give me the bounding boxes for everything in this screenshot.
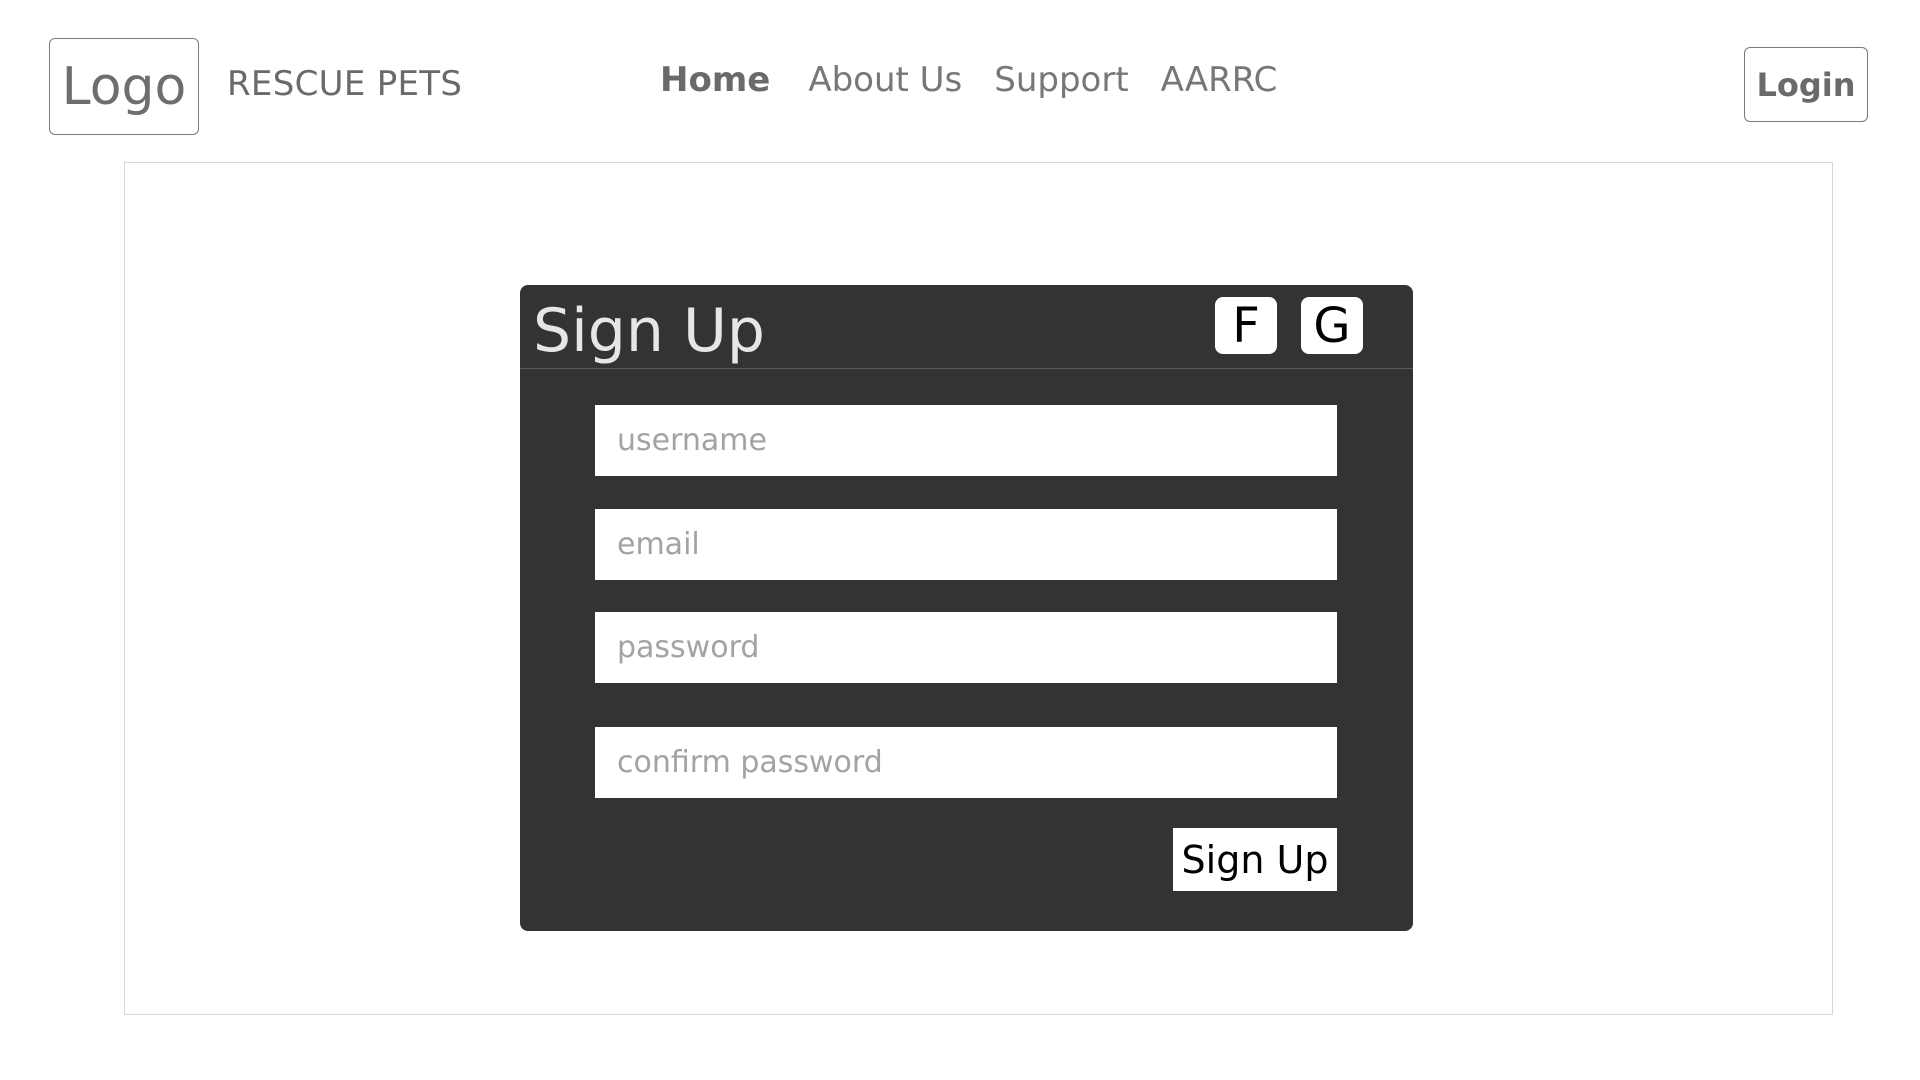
signup-card-header: Sign Up F G: [520, 285, 1413, 369]
confirm-password-input[interactable]: [595, 727, 1337, 798]
signup-card: Sign Up F G Sign Up: [520, 285, 1413, 931]
signup-submit-button[interactable]: Sign Up: [1173, 828, 1337, 891]
facebook-signup-button[interactable]: F: [1215, 297, 1277, 354]
password-input[interactable]: [595, 612, 1337, 683]
nav-item-aarrc[interactable]: AARRC: [1161, 60, 1278, 100]
site-header: Logo RESCUE PETS Home About Us Support A…: [0, 0, 1920, 160]
username-input[interactable]: [595, 405, 1337, 476]
email-input[interactable]: [595, 509, 1337, 580]
google-signup-button[interactable]: G: [1301, 297, 1363, 354]
signup-title: Sign Up: [533, 296, 765, 366]
nav-item-about-us[interactable]: About Us: [808, 60, 962, 100]
facebook-icon: F: [1232, 297, 1260, 354]
nav-item-support[interactable]: Support: [994, 60, 1128, 100]
google-icon: G: [1313, 297, 1351, 354]
logo[interactable]: Logo: [49, 38, 199, 135]
main-nav: Home About Us Support AARRC: [660, 60, 1309, 100]
brand-name: RESCUE PETS: [227, 64, 463, 104]
nav-item-home[interactable]: Home: [660, 60, 770, 100]
login-button[interactable]: Login: [1744, 47, 1868, 122]
